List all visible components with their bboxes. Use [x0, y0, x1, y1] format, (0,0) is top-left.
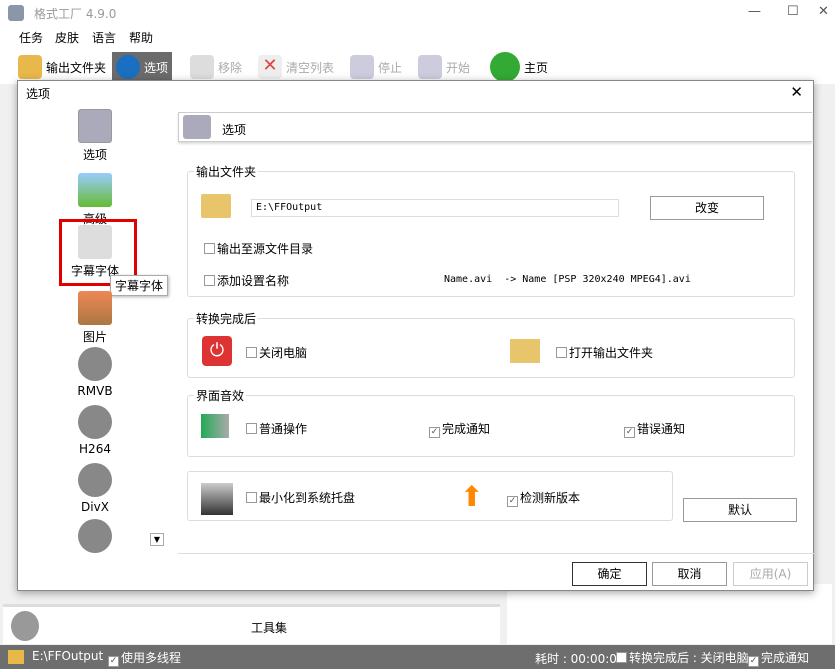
title-bar: 格式工厂 4.9.0 — ☐ ✕ — [0, 0, 835, 26]
dialog-title: 选项 — [26, 87, 51, 101]
elapsed-time: 耗时 : 00:00:00 — [535, 652, 625, 666]
folder-icon — [18, 55, 42, 79]
menu-task[interactable]: 任务 — [19, 29, 43, 46]
check-update-checkbox[interactable]: ✓ 检测新版本 — [507, 489, 580, 507]
status-path[interactable]: E:\FFOutput — [32, 649, 103, 663]
maximize-button[interactable]: ☐ — [787, 4, 799, 19]
toolbar: 输出文件夹 选项 移除 ✕ 清空列表 停止 开始 主页 — [0, 48, 835, 84]
nav-item-divx[interactable]: DivX — [28, 463, 162, 514]
app-icon — [8, 5, 24, 21]
nav-item-more[interactable] — [28, 519, 162, 556]
film-reel-icon — [78, 519, 112, 553]
minimize-button[interactable]: — — [748, 4, 761, 19]
group-label: 界面音效 — [194, 387, 247, 404]
change-button[interactable]: 改变 — [650, 196, 764, 220]
window-title: 格式工厂 4.9.0 — [34, 7, 117, 21]
cancel-button[interactable]: 取消 — [652, 562, 727, 586]
group-label: 输出文件夹 — [194, 163, 259, 180]
power-icon: ⏻ — [202, 336, 232, 366]
nav-item-picture[interactable]: 图片 — [28, 291, 162, 345]
task-list-area — [507, 584, 832, 644]
sound-group: 界面音效 普通操作 ✓ 完成通知 ✓ 错误通知 — [187, 387, 795, 457]
add-setting-name-checkbox[interactable]: 添加设置名称 — [204, 272, 289, 289]
clear-list-icon: ✕ — [258, 55, 282, 79]
options-button[interactable]: 选项 — [112, 52, 173, 82]
apply-button[interactable]: 应用(A) — [733, 562, 808, 586]
after-convert-checkbox[interactable]: 转换完成后 : 关闭电脑 — [616, 649, 749, 666]
home-globe-icon — [490, 52, 520, 82]
nav-item-rmvb[interactable]: RMVB — [28, 347, 162, 398]
home-button[interactable]: 主页 — [486, 52, 552, 82]
normal-op-sound-checkbox[interactable]: 普通操作 — [246, 420, 307, 437]
remove-icon — [190, 55, 214, 79]
folder-icon — [201, 194, 231, 218]
ok-button[interactable]: 确定 — [572, 562, 647, 586]
picture-icon — [78, 291, 112, 325]
film-reel-icon — [78, 405, 112, 439]
options-nav-list: 选项 高级 字幕字体 字幕字体 图片 RMVB H264 DivX ▼ — [28, 107, 170, 553]
section-header: 选项 — [178, 112, 812, 142]
divider — [178, 553, 814, 554]
menu-help[interactable]: 帮助 — [129, 29, 153, 46]
menu-bar: 任务 皮肤 语言 帮助 — [0, 26, 835, 48]
group-label: 转换完成后 — [194, 310, 259, 327]
system-tray-icon — [201, 483, 233, 515]
film-reel-icon — [78, 463, 112, 497]
minimize-to-tray-checkbox[interactable]: 最小化到系统托盘 — [246, 489, 355, 506]
error-notify-checkbox[interactable]: ✓ 错误通知 — [624, 420, 685, 438]
options-icon — [78, 109, 112, 143]
options-dialog: 选项 ✕ 选项 高级 字幕字体 字幕字体 图片 RMVB H264 DivX ▼… — [17, 80, 814, 591]
start-button[interactable]: 开始 — [414, 52, 474, 82]
notify-checkbox[interactable]: ✓ 完成通知 — [748, 649, 809, 667]
output-folder-button[interactable]: 输出文件夹 — [14, 52, 110, 82]
menu-skin[interactable]: 皮肤 — [55, 29, 79, 46]
update-arrow-icon: ⬆ — [460, 480, 484, 513]
film-reel-icon — [78, 347, 112, 381]
folder-icon — [510, 339, 540, 363]
clear-list-button[interactable]: ✕ 清空列表 — [254, 52, 338, 82]
output-to-source-checkbox[interactable]: 输出至源文件目录 — [204, 240, 313, 257]
after-convert-group: 转换完成后 ⏻ 关闭电脑 打开输出文件夹 — [187, 310, 795, 378]
done-notify-checkbox[interactable]: ✓ 完成通知 — [429, 420, 490, 438]
folder-icon — [8, 650, 24, 664]
status-bar: E:\FFOutput ✓ 使用多线程 耗时 : 00:00:00 转换完成后 :… — [0, 645, 835, 669]
stop-icon — [350, 55, 374, 79]
shutdown-checkbox[interactable]: 关闭电脑 — [246, 344, 307, 361]
picture-landscape-icon — [78, 173, 112, 207]
nav-item-options[interactable]: 选项 — [28, 109, 162, 163]
misc-group: 最小化到系统托盘 ⬆ ✓ 检测新版本 — [187, 471, 673, 521]
start-icon — [418, 55, 442, 79]
volume-bars-icon — [201, 414, 229, 438]
section-title: 选项 — [222, 123, 247, 137]
output-folder-group: 输出文件夹 E:\FFOutput 改变 输出至源文件目录 添加设置名称 Nam… — [187, 163, 795, 297]
scroll-down-button[interactable]: ▼ — [150, 533, 164, 546]
multithread-checkbox[interactable]: ✓ 使用多线程 — [108, 649, 181, 667]
output-path-input[interactable]: E:\FFOutput — [251, 199, 619, 217]
default-button[interactable]: 默认 — [683, 498, 797, 522]
nav-item-h264[interactable]: H264 — [28, 405, 162, 456]
tools-panel[interactable]: 工具集 — [3, 604, 500, 644]
film-reel-icon — [11, 611, 39, 641]
close-button[interactable]: ✕ — [818, 4, 829, 19]
stop-button[interactable]: 停止 — [346, 52, 406, 82]
name-example: Name.avi -> Name [PSP 320x240 MPEG4].avi — [444, 274, 691, 285]
gear-icon — [116, 55, 140, 79]
open-output-folder-checkbox[interactable]: 打开输出文件夹 — [556, 344, 653, 361]
remove-button[interactable]: 移除 — [186, 52, 246, 82]
menu-language[interactable]: 语言 — [92, 29, 116, 46]
tools-label: 工具集 — [251, 621, 288, 635]
dialog-close-button[interactable]: ✕ — [790, 83, 803, 101]
options-icon — [183, 115, 211, 139]
